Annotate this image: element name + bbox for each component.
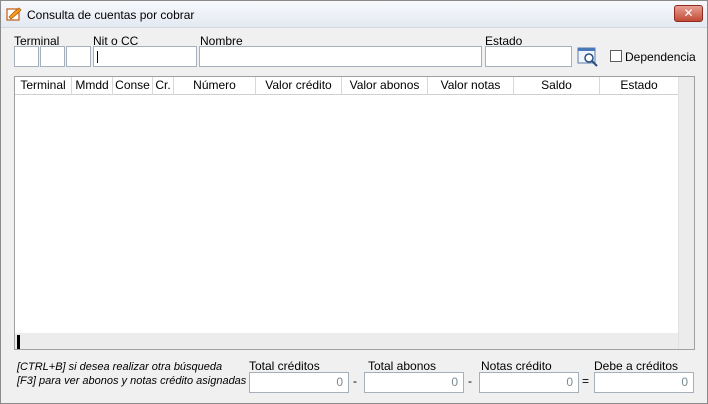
column-header-saldo[interactable]: Saldo <box>514 77 600 95</box>
minus-operator-2: - <box>468 374 472 388</box>
grid-header: Terminal Mmdd Conse Cr. Número Valor cré… <box>15 77 678 95</box>
column-header-cr[interactable]: Cr. <box>153 77 174 95</box>
horizontal-scrollbar[interactable] <box>15 333 678 349</box>
total-abonos-label: Total abonos <box>368 359 437 373</box>
app-icon <box>6 7 22 21</box>
estado-input[interactable] <box>486 47 571 66</box>
notas-credito-label: Notas crédito <box>481 359 552 373</box>
terminal-input-1[interactable] <box>15 47 38 66</box>
nit-field[interactable] <box>93 46 197 67</box>
dependencia-label[interactable]: Dependencia <box>625 50 696 64</box>
main-window: Consulta de cuentas por cobrar ✕ Termina… <box>0 0 708 404</box>
vertical-scrollbar[interactable] <box>678 77 694 349</box>
column-header-numero[interactable]: Número <box>174 77 256 95</box>
column-header-estado[interactable]: Estado <box>600 77 678 95</box>
column-header-mmdd[interactable]: Mmdd <box>72 77 113 95</box>
hint-f3: [F3] para ver abonos y notas crédito asi… <box>17 375 247 387</box>
text-caret <box>97 51 98 63</box>
column-header-valor-notas[interactable]: Valor notas <box>428 77 514 95</box>
search-icon[interactable] <box>577 46 599 67</box>
debe-creditos-label: Debe a créditos <box>594 359 679 373</box>
dependencia-checkbox[interactable] <box>610 50 622 62</box>
hint-ctrl-b: [CTRL+B] si desea realizar otra búsqueda <box>17 361 223 373</box>
title-bar: Consulta de cuentas por cobrar ✕ <box>1 1 707 28</box>
terminal-input-2[interactable] <box>41 47 64 66</box>
minus-operator-1: - <box>353 374 357 388</box>
close-button[interactable]: ✕ <box>674 5 703 22</box>
terminal-input-3[interactable] <box>67 47 90 66</box>
terminal-field-2[interactable] <box>40 46 65 67</box>
total-creditos-label: Total créditos <box>249 359 320 373</box>
total-abonos-field: 0 <box>364 372 464 393</box>
nombre-input[interactable] <box>200 47 481 66</box>
column-header-valor-credito[interactable]: Valor crédito <box>256 77 342 95</box>
debe-creditos-field: 0 <box>594 372 694 393</box>
equals-operator: = <box>582 374 590 388</box>
terminal-field-1[interactable] <box>14 46 39 67</box>
terminal-field-3[interactable] <box>66 46 91 67</box>
estado-field[interactable] <box>485 46 572 67</box>
row-cursor <box>17 335 20 349</box>
column-header-valor-abonos[interactable]: Valor abonos <box>342 77 428 95</box>
column-header-terminal[interactable]: Terminal <box>15 77 72 95</box>
notas-credito-field: 0 <box>479 372 579 393</box>
column-header-conse[interactable]: Conse <box>113 77 153 95</box>
nit-input[interactable] <box>94 47 196 66</box>
results-grid[interactable]: Terminal Mmdd Conse Cr. Número Valor cré… <box>14 76 695 350</box>
window-title: Consulta de cuentas por cobrar <box>27 8 195 22</box>
total-creditos-field: 0 <box>249 372 349 393</box>
nombre-field[interactable] <box>199 46 482 67</box>
